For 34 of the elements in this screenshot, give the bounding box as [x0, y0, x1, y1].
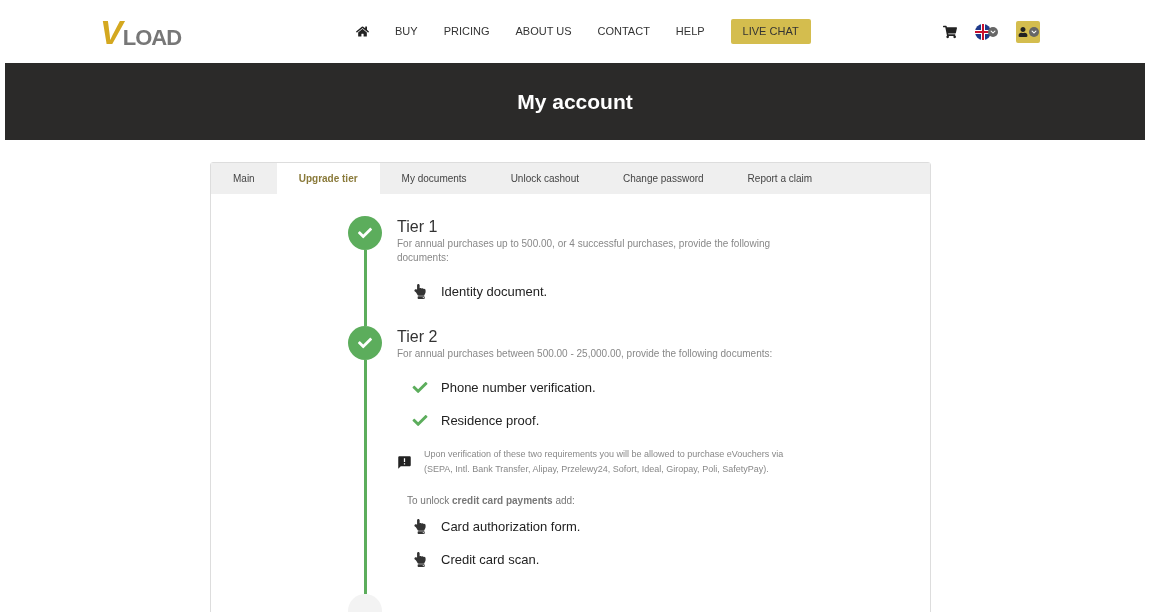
- tier-title: Tier 2: [397, 327, 439, 347]
- nav-link[interactable]: PRICING: [443, 23, 490, 40]
- cart-icon[interactable]: [943, 24, 957, 39]
- tab[interactable]: My documents: [379, 163, 489, 194]
- document-requirement: Residence proof.: [441, 411, 540, 430]
- intro-text: To unlock credit card payments add:: [406, 494, 576, 508]
- home-icon[interactable]: [356, 25, 369, 38]
- nav-link[interactable]: CONTACT: [597, 23, 650, 40]
- nav-link[interactable]: HELP: [675, 23, 705, 40]
- tier-description: For annual purchases between 500.00 - 25,000.00, provide the following documents:: [397, 347, 774, 361]
- document-requirement: Credit card scan.: [441, 550, 540, 569]
- nav-link[interactable]: BUY: [395, 23, 418, 40]
- tier-description: For annual purchases up to 500.00, or 4 successful purchases, provide the following documents:: [397, 237, 771, 265]
- tier-title: Tier 1: [397, 217, 439, 237]
- tab[interactable]: Main: [211, 163, 277, 194]
- tab[interactable]: Report a claim: [725, 163, 835, 194]
- document-requirement: Identity document.: [441, 282, 548, 301]
- check-icon: [358, 226, 372, 240]
- flag-icon[interactable]: [975, 23, 998, 40]
- account-button[interactable]: [1016, 20, 1040, 43]
- tab[interactable]: Unlock cashout: [488, 163, 601, 194]
- tab[interactable]: Change password: [601, 163, 726, 194]
- tab[interactable]: Upgrade tier: [276, 163, 380, 194]
- alert-message-icon: [397, 454, 412, 470]
- check-icon: [358, 336, 372, 350]
- nav-link[interactable]: ABOUT US: [515, 23, 572, 40]
- live-chat-button[interactable]: LIVE CHAT: [730, 19, 811, 44]
- document-requirement: Card authorization form.: [441, 517, 581, 536]
- note-text: Upon verification of these two requirements you will be allowed to purchase eVouchers via (SEPA, Intl. Bank Transfer, Alipay, Przelewy24, Sofort, Ideal, Giropay, Poli, SafetyPay).: [424, 448, 785, 476]
- page-title: My account: [517, 88, 633, 115]
- user-icon: [1017, 26, 1028, 37]
- chevron-icon: [1028, 26, 1039, 37]
- logo[interactable]: VLOAD: [100, 14, 340, 49]
- document-requirement: Phone number verification.: [441, 378, 596, 397]
